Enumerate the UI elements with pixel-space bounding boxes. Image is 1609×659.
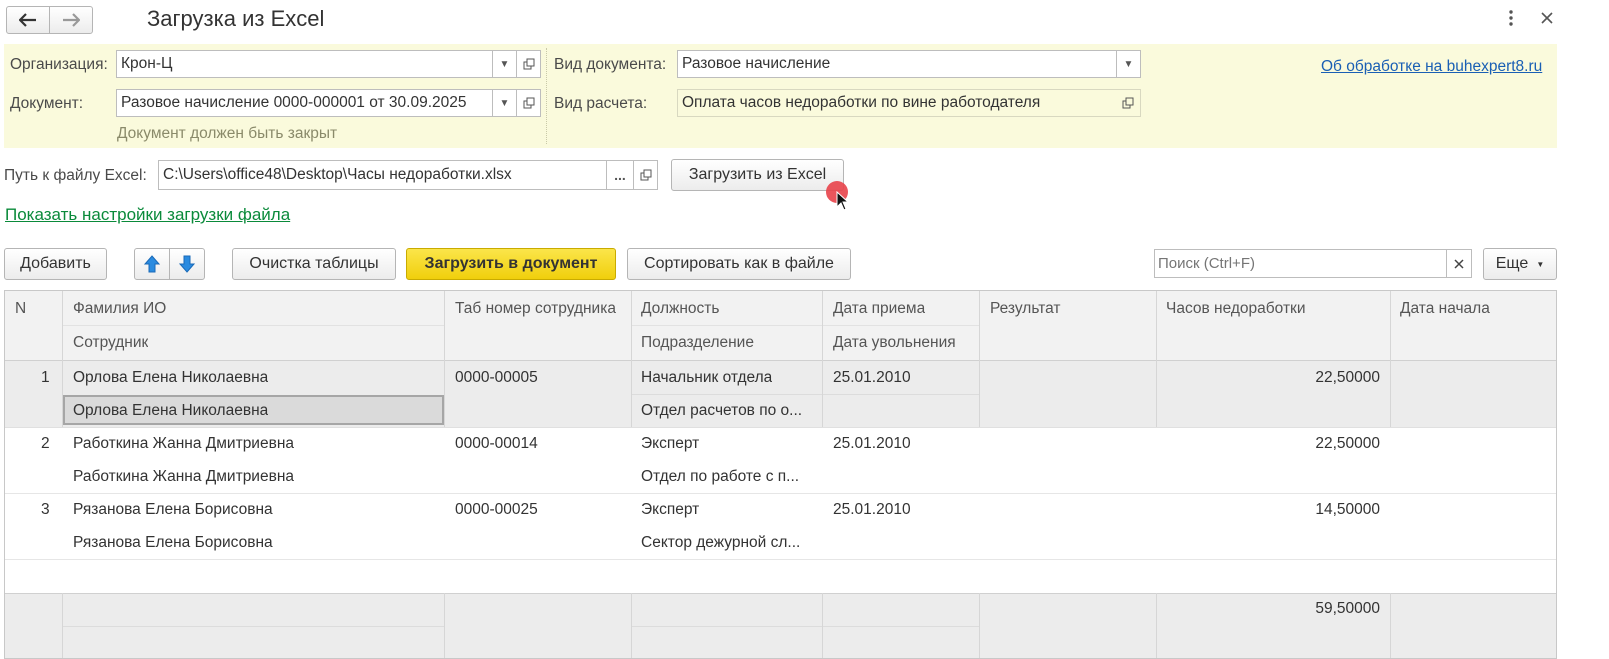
arrow-right-icon — [63, 13, 80, 27]
clear-table-button[interactable]: Очистка таблицы — [232, 248, 396, 280]
arrow-down-icon — [179, 255, 195, 273]
clear-search-icon[interactable] — [1446, 250, 1471, 277]
file-path-label: Путь к файлу Excel: — [4, 167, 147, 184]
row-3-hours: 14,50000 — [1315, 501, 1380, 518]
calc-type-label: Вид расчета: — [554, 95, 648, 112]
col-fire[interactable]: Дата увольнения — [833, 334, 956, 352]
total-hours: 59,50000 — [1315, 600, 1380, 617]
row-1-employee: Орлова Елена Николаевна — [73, 402, 269, 419]
col-result[interactable]: Результат — [990, 300, 1061, 318]
row-2-fio: Работкина Жанна Дмитриевна — [73, 435, 295, 452]
open-icon[interactable] — [516, 90, 540, 116]
more-button[interactable]: Еще ▼ — [1483, 248, 1557, 280]
row-2-hire: 25.01.2010 — [833, 435, 911, 452]
row-1-fio: Орлова Елена Николаевна — [73, 369, 269, 386]
move-down-button[interactable] — [169, 248, 205, 280]
file-path-value: C:\Users\office48\Desktop\Часы недоработ… — [163, 166, 512, 183]
row-1-hours: 22,50000 — [1315, 369, 1380, 386]
open-icon[interactable] — [516, 51, 540, 77]
row-3-tab: 0000-00025 — [455, 501, 538, 518]
row-1-hire: 25.01.2010 — [833, 369, 911, 386]
row-1-n: 1 — [41, 369, 50, 386]
col-tab[interactable]: Таб номер сотрудника — [455, 300, 616, 318]
doc-type-field[interactable]: Разовое начисление ▼ — [677, 50, 1141, 78]
forward-button[interactable] — [49, 6, 93, 34]
table-header — [5, 291, 1556, 361]
col-fio[interactable]: Фамилия ИО — [73, 300, 166, 318]
col-position[interactable]: Должность — [641, 300, 719, 318]
org-value: Крон-Ц — [121, 55, 173, 72]
row-1-position: Начальник отдела — [641, 369, 773, 386]
header-divider — [546, 48, 547, 144]
doc-value: Разовое начисление 0000-000001 от 30.09.… — [121, 94, 467, 111]
row-2-n: 2 — [41, 435, 50, 452]
row-2-hours: 22,50000 — [1315, 435, 1380, 452]
add-button[interactable]: Добавить — [4, 248, 107, 280]
load-from-excel-button[interactable]: Загрузить из Excel — [671, 159, 844, 191]
org-field[interactable]: Крон-Ц ▼ — [116, 50, 541, 78]
col-hours[interactable]: Часов недоработки — [1166, 300, 1305, 318]
arrow-up-icon — [144, 255, 160, 273]
page-title: Загрузка из Excel — [147, 6, 325, 31]
row-2-position: Эксперт — [641, 435, 700, 452]
row-3-employee: Рязанова Елена Борисовна — [73, 534, 273, 551]
close-icon[interactable] — [1540, 11, 1554, 25]
col-department[interactable]: Подразделение — [641, 334, 754, 352]
col-hire[interactable]: Дата приема — [833, 300, 925, 318]
load-to-document-button[interactable]: Загрузить в документ — [406, 248, 616, 280]
doc-label: Документ: — [10, 95, 84, 112]
open-icon[interactable] — [633, 161, 657, 189]
col-employee[interactable]: Сотрудник — [73, 334, 148, 352]
back-button[interactable] — [6, 6, 50, 34]
row-2-department: Отдел по работе с п... — [641, 468, 800, 485]
calc-type-value: Оплата часов недоработки по вине работод… — [682, 94, 1041, 111]
dropdown-icon[interactable]: ▼ — [492, 51, 516, 77]
row-3-n: 3 — [41, 501, 50, 518]
row-3-position: Эксперт — [641, 501, 700, 518]
show-settings-link[interactable]: Показать настройки загрузки файла — [5, 205, 290, 225]
browse-button[interactable]: ... — [606, 161, 633, 189]
search-field[interactable] — [1154, 249, 1472, 278]
row-2-employee: Работкина Жанна Дмитриевна — [73, 468, 295, 485]
row-1-tab: 0000-00005 — [455, 369, 538, 386]
doc-field[interactable]: Разовое начисление 0000-000001 от 30.09.… — [116, 89, 541, 117]
row-3-fio: Рязанова Елена Борисовна — [73, 501, 273, 518]
chevron-down-icon: ▼ — [1536, 259, 1545, 269]
col-start[interactable]: Дата начала — [1400, 300, 1490, 318]
more-label: Еще — [1495, 255, 1529, 272]
sort-as-file-button[interactable]: Сортировать как в файле — [627, 248, 851, 280]
row-2-tab: 0000-00014 — [455, 435, 538, 452]
row-3-hire: 25.01.2010 — [833, 501, 911, 518]
about-link[interactable]: Об обработке на buhexpert8.ru — [1321, 58, 1542, 76]
mouse-cursor-icon — [836, 190, 850, 215]
open-icon[interactable] — [1116, 90, 1140, 116]
doc-type-label: Вид документа: — [554, 56, 667, 73]
row-3-department: Сектор дежурной сл... — [641, 534, 801, 551]
col-n[interactable]: N — [15, 300, 26, 318]
row-1-department: Отдел расчетов по о... — [641, 402, 803, 419]
calc-type-field[interactable]: Оплата часов недоработки по вине работод… — [677, 89, 1141, 117]
doc-type-value: Разовое начисление — [682, 55, 831, 72]
arrow-left-icon — [19, 13, 36, 27]
data-table[interactable]: N Фамилия ИО Сотрудник Таб номер сотрудн… — [4, 290, 1557, 659]
doc-note: Документ должен быть закрыт — [117, 125, 338, 142]
dropdown-icon[interactable]: ▼ — [492, 90, 516, 116]
vertical-dots-icon[interactable] — [1506, 8, 1516, 28]
search-input[interactable] — [1155, 254, 1446, 273]
file-path-field[interactable]: C:\Users\office48\Desktop\Часы недоработ… — [158, 160, 658, 190]
move-up-button[interactable] — [134, 248, 170, 280]
dropdown-icon[interactable]: ▼ — [1116, 51, 1140, 77]
org-label: Организация: — [10, 56, 108, 73]
